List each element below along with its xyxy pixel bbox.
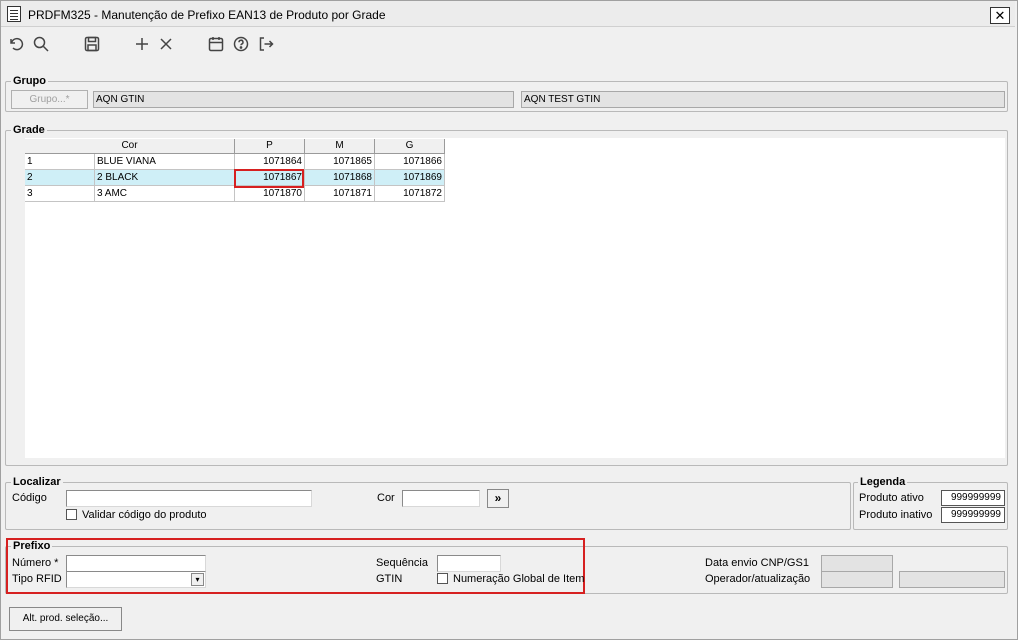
search-icon[interactable] — [32, 35, 52, 55]
validar-checkbox-box[interactable] — [66, 509, 77, 520]
column-header-p[interactable]: P — [235, 139, 305, 154]
calendar-icon[interactable] — [207, 35, 227, 55]
tipo-rfid-select[interactable]: ▾ — [66, 571, 206, 588]
cor-cell[interactable]: 3 AMC — [95, 186, 235, 202]
grade-title: Grade — [11, 124, 47, 136]
row-number-cell[interactable]: 2 — [25, 170, 95, 186]
cor-label: Cor — [377, 492, 395, 504]
produto-ativo-swatch: 999999999 — [941, 490, 1005, 506]
g-cell[interactable]: 1071866 — [375, 154, 445, 170]
m-cell[interactable]: 1071868 — [305, 170, 375, 186]
data-envio-field — [821, 555, 893, 572]
prefixo-title: Prefixo — [11, 540, 53, 552]
grupo-code-value: AQN GTIN — [96, 94, 145, 105]
add-icon[interactable] — [133, 35, 153, 55]
p-cell[interactable]: 1071864 — [235, 154, 305, 170]
produto-ativo-label: Produto ativo — [859, 492, 924, 504]
delete-icon[interactable] — [157, 35, 177, 55]
numero-input[interactable] — [66, 555, 206, 572]
save-icon[interactable] — [83, 35, 103, 55]
tipo-rfid-label: Tipo RFID — [12, 573, 62, 585]
g-cell[interactable]: 1071872 — [375, 186, 445, 202]
close-button[interactable]: ✕ — [990, 7, 1010, 24]
legenda-title: Legenda — [858, 476, 908, 488]
numero-label: Número * — [12, 557, 59, 569]
undo-icon[interactable] — [7, 35, 27, 55]
document-icon — [7, 6, 21, 22]
gtin-checkbox-label: Numeração Global de Item — [453, 573, 585, 585]
m-cell[interactable]: 1071871 — [305, 186, 375, 202]
m-cell[interactable]: 1071865 — [305, 154, 375, 170]
produto-inativo-label: Produto inativo — [859, 509, 933, 521]
grupo-description-value: AQN TEST GTIN — [524, 94, 601, 105]
operador-date-field — [899, 571, 1005, 588]
localizar-go-button[interactable]: » — [487, 489, 509, 508]
column-header-g[interactable]: G — [375, 139, 445, 154]
codigo-input[interactable] — [66, 490, 312, 507]
row-number-cell[interactable]: 1 — [25, 154, 95, 170]
produto-inativo-swatch: 999999999 — [941, 507, 1005, 523]
column-header-cor[interactable]: Cor — [25, 139, 235, 154]
codigo-label: Código — [12, 492, 47, 504]
grupo-button[interactable]: Grupo...* — [11, 90, 88, 109]
selected-cell-highlight — [234, 169, 304, 188]
grupo-title: Grupo — [11, 75, 48, 87]
gtin-label: GTIN — [376, 573, 403, 585]
p-cell[interactable]: 1071870 — [235, 186, 305, 202]
row-number-cell[interactable]: 3 — [25, 186, 95, 202]
sequencia-label: Sequência — [376, 557, 428, 569]
cor-input[interactable] — [402, 490, 480, 507]
gtin-checkbox-box[interactable] — [437, 573, 448, 584]
localizar-title: Localizar — [11, 476, 63, 488]
operador-label: Operador/atualização — [705, 573, 811, 585]
help-icon[interactable] — [232, 35, 252, 55]
title-bar: PRDFM325 - Manutenção de Prefixo EAN13 d… — [1, 1, 1015, 27]
exit-icon[interactable] — [257, 35, 277, 55]
operador-field — [821, 571, 893, 588]
cor-cell[interactable]: 2 BLACK — [95, 170, 235, 186]
chevron-down-icon[interactable]: ▾ — [191, 573, 204, 586]
window-title: PRDFM325 - Manutenção de Prefixo EAN13 d… — [28, 8, 386, 22]
column-header-m[interactable]: M — [305, 139, 375, 154]
grupo-description-field: AQN TEST GTIN — [521, 91, 1005, 108]
validar-label: Validar código do produto — [82, 509, 207, 521]
grupo-code-field: AQN GTIN — [93, 91, 514, 108]
g-cell[interactable]: 1071869 — [375, 170, 445, 186]
sequencia-input[interactable] — [437, 555, 501, 572]
data-envio-label: Data envio CNP/GS1 — [705, 557, 809, 569]
alt-prod-selecao-button[interactable]: Alt. prod. seleção... — [9, 607, 122, 631]
cor-cell[interactable]: BLUE VIANA — [95, 154, 235, 170]
